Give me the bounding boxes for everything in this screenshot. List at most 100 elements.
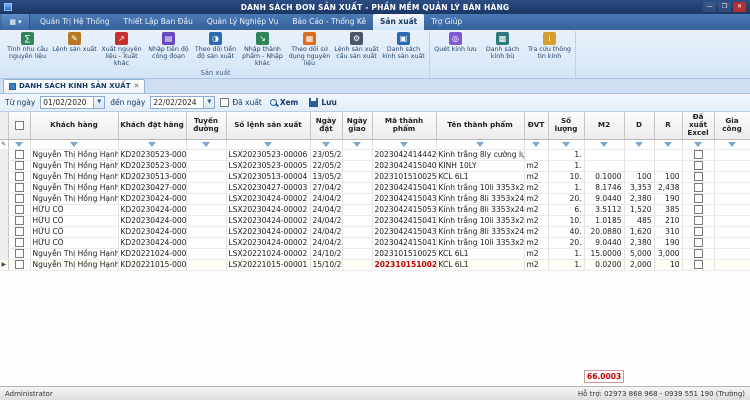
filter-cell[interactable] — [548, 139, 584, 149]
excel-checkbox[interactable] — [694, 238, 703, 247]
column-header[interactable]: R — [654, 112, 682, 139]
cell-ngay-giao[interactable] — [342, 160, 372, 171]
grid-row[interactable]: Nguyễn Thị Hồng HạnhKD20230513-000... LSX… — [0, 171, 750, 182]
cell-so-luong[interactable]: 40. — [548, 226, 584, 237]
cell-da-xuat-excel[interactable] — [682, 149, 714, 160]
ribbon-button[interactable]: ⚙Lệnh sản xuất cầu sản xuất — [333, 31, 380, 68]
cell-ten-tp[interactable]: Kính trắng 10li 3353x2438 — [436, 215, 524, 226]
column-header[interactable]: Tên thành phẩm — [436, 112, 524, 139]
ribbon-button[interactable]: ◎Quét kính lưu — [432, 31, 479, 68]
save-button[interactable]: Lưu — [306, 98, 339, 107]
exported-checkbox[interactable] — [220, 98, 229, 107]
cell-gia-cong[interactable] — [714, 204, 750, 215]
cell-khach-dat[interactable]: KD20230513-000... — [118, 171, 186, 182]
cell-ngay-giao[interactable] — [342, 182, 372, 193]
ribbon-button[interactable]: ✎Lệnh sản xuất — [51, 31, 98, 68]
cell-ten-tp[interactable]: KÍNH 10LY — [436, 160, 524, 171]
cell-tuyen-duong[interactable] — [186, 160, 226, 171]
cell-select[interactable] — [8, 171, 30, 182]
cell-ngay-dat[interactable]: 24/04/2... — [310, 226, 342, 237]
filter-cell[interactable] — [654, 139, 682, 149]
excel-checkbox[interactable] — [694, 183, 703, 192]
cell-dvt[interactable]: m2 — [524, 160, 548, 171]
cell-r[interactable]: 190 — [654, 193, 682, 204]
cell-khach-dat[interactable]: KD20221015-000... — [118, 259, 186, 270]
cell-so-lenh[interactable]: LSX20230513-00004 — [226, 171, 310, 182]
cell-m2[interactable]: 3.5112 — [584, 204, 624, 215]
cell-dvt[interactable]: m2 — [524, 182, 548, 193]
menu-tab[interactable]: Báo Cáo - Thống Kê — [285, 14, 373, 30]
cell-da-xuat-excel[interactable] — [682, 182, 714, 193]
cell-select[interactable] — [8, 215, 30, 226]
filter-funnel-icon[interactable] — [264, 142, 272, 147]
cell-so-luong[interactable]: 1. — [548, 149, 584, 160]
cell-select[interactable] — [8, 160, 30, 171]
filter-funnel-icon[interactable] — [400, 142, 408, 147]
cell-da-xuat-excel[interactable] — [682, 215, 714, 226]
cell-m2[interactable]: 9.0440 — [584, 193, 624, 204]
app-menu-button[interactable]: ▦ ▾ — [2, 14, 30, 30]
cell-so-lenh[interactable]: LSX20230523-00006 — [226, 149, 310, 160]
cell-khach-hang[interactable]: HỮU CÔ — [30, 226, 118, 237]
cell-dvt[interactable] — [524, 149, 548, 160]
cell-r[interactable]: 310 — [654, 226, 682, 237]
filter-cell[interactable] — [714, 139, 750, 149]
filter-cell[interactable] — [226, 139, 310, 149]
cell-m2[interactable]: 0.0200 — [584, 259, 624, 270]
cell-gia-cong[interactable] — [714, 193, 750, 204]
filter-cell[interactable] — [436, 139, 524, 149]
cell-so-luong[interactable]: 6. — [548, 204, 584, 215]
minimize-button[interactable]: — — [703, 2, 716, 12]
cell-ngay-dat[interactable]: 23/05/2... — [310, 149, 342, 160]
cell-dvt[interactable]: m2 — [524, 193, 548, 204]
cell-r[interactable] — [654, 149, 682, 160]
cell-khach-dat[interactable]: KD20230427-000... — [118, 182, 186, 193]
excel-checkbox[interactable] — [694, 172, 703, 181]
cell-select[interactable] — [8, 149, 30, 160]
cell-m2[interactable] — [584, 160, 624, 171]
cell-tuyen-duong[interactable] — [186, 193, 226, 204]
cell-dvt[interactable]: m2 — [524, 171, 548, 182]
cell-r[interactable]: 190 — [654, 237, 682, 248]
filter-funnel-icon[interactable] — [728, 142, 736, 147]
ribbon-button[interactable]: ↗Xuất nguyên liệu - Xuất khác — [98, 31, 145, 68]
cell-so-luong[interactable]: 10. — [548, 215, 584, 226]
filter-cell[interactable] — [118, 139, 186, 149]
cell-d[interactable]: 100 — [624, 171, 654, 182]
cell-ngay-giao[interactable] — [342, 226, 372, 237]
cell-tuyen-duong[interactable] — [186, 237, 226, 248]
grid-row[interactable]: HỮU CÔKD20230424-000...LSX20230424-00002… — [0, 226, 750, 237]
cell-ngay-dat[interactable]: 24/04/2... — [310, 215, 342, 226]
select-all-checkbox[interactable] — [15, 121, 24, 130]
cell-da-xuat-excel[interactable] — [682, 204, 714, 215]
cell-so-lenh[interactable]: LSX20230424-00002 — [226, 204, 310, 215]
cell-d[interactable]: 2,380 — [624, 193, 654, 204]
row-checkbox[interactable] — [15, 260, 24, 269]
cell-d[interactable] — [624, 160, 654, 171]
cell-khach-hang[interactable]: Nguyễn Thị Hồng Hạnh — [30, 171, 118, 182]
filter-funnel-icon[interactable] — [15, 142, 23, 147]
cell-select[interactable] — [8, 182, 30, 193]
cell-m2[interactable]: 0.1000 — [584, 171, 624, 182]
cell-r[interactable]: 100 — [654, 171, 682, 182]
cell-m2[interactable]: 1.0185 — [584, 215, 624, 226]
cell-m2[interactable]: 20.0880 — [584, 226, 624, 237]
column-header[interactable]: Khách hàng — [30, 112, 118, 139]
grid-row[interactable]: Nguyễn Thị Hồng HạnhKD20230424-000...LSX… — [0, 193, 750, 204]
cell-ngay-giao[interactable] — [342, 171, 372, 182]
cell-gia-cong[interactable] — [714, 171, 750, 182]
view-button[interactable]: Xem — [267, 98, 301, 107]
cell-da-xuat-excel[interactable] — [682, 259, 714, 270]
cell-ten-tp[interactable]: Kính trắng 10li 3353x2438 — [436, 237, 524, 248]
cell-gia-cong[interactable] — [714, 215, 750, 226]
excel-checkbox[interactable] — [694, 161, 703, 170]
row-checkbox[interactable] — [15, 161, 24, 170]
grid-row[interactable]: Nguyễn Thị Hồng HạnhKD20230523-000...LSX… — [0, 149, 750, 160]
ribbon-button[interactable]: ▣Danh sách kính sản xuất — [380, 31, 427, 68]
cell-d[interactable]: 1,520 — [624, 204, 654, 215]
row-checkbox[interactable] — [15, 227, 24, 236]
cell-ngay-giao[interactable] — [342, 215, 372, 226]
cell-ma-tp[interactable]: 20230424150402 — [372, 160, 436, 171]
ribbon-button[interactable]: ▤Nhập tiến độ công đoạn — [145, 31, 192, 68]
ribbon-button[interactable]: ↘Nhập thành phẩm - Nhập khác — [239, 31, 286, 68]
